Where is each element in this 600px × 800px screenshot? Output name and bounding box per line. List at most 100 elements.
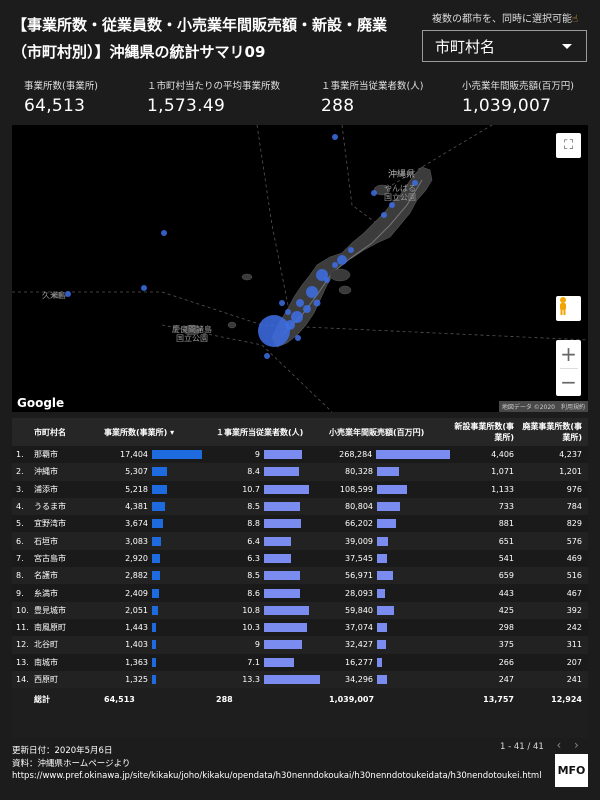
row-new: 659: [498, 571, 514, 581]
header-new[interactable]: 新設事業所数(事業所): [452, 418, 520, 446]
row-workers-value: 9: [254, 640, 260, 650]
map-label-kerama-park: 国立公園: [176, 334, 208, 343]
header-sales[interactable]: 小売業年間販売額(百万円): [327, 418, 452, 446]
row-sales: 32,427: [327, 636, 452, 653]
table-row[interactable]: 5. 宜野湾市 3,674 8.8 66,202 881 829: [12, 515, 588, 533]
row-workers-cell: 6.4: [216, 536, 325, 546]
total-sales: 1,039,007: [329, 694, 375, 704]
fullscreen-icon[interactable]: ⛶: [556, 133, 581, 158]
row-sales-cell: 59,840: [329, 605, 450, 615]
table-row[interactable]: 11. 南風原町 1,443 10.3 37,074 298 242: [12, 618, 588, 637]
source-url[interactable]: https://www.pref.okinawa.jp/site/kikaku/…: [12, 770, 542, 783]
row-workers-cell: 8.5: [216, 571, 325, 581]
map-view[interactable]: 沖縄県 やんばる 国立公園 慶良間諸島 国立公園 久米島 ⛶ + − Googl…: [12, 125, 588, 412]
table-row[interactable]: 12. 北谷町 1,403 9 32,427 375 311: [12, 636, 588, 654]
zoom-out-button[interactable]: −: [556, 369, 581, 397]
table-row[interactable]: 8. 名護市 2,882 8.5 56,971 659 516: [12, 567, 588, 585]
table-row[interactable]: 2. 沖縄市 5,307 8.4 80,328 1,071 1,201: [12, 463, 588, 481]
row-offices-bar: [152, 640, 157, 650]
header-closed[interactable]: 廃業事業所数(事業所): [520, 418, 588, 446]
row-workers-value: 8.5: [247, 571, 260, 581]
row-workers: 10.8: [214, 602, 327, 619]
map-canvas[interactable]: [12, 125, 588, 412]
row-workers-cell: 13.3: [216, 675, 325, 684]
row-offices-value: 5,307: [125, 467, 148, 477]
row-offices-value: 1,403: [125, 640, 148, 650]
header-municipality[interactable]: 市町村名: [32, 418, 102, 446]
kpi-value: 64,513: [24, 96, 86, 116]
total-offices: 64,513: [104, 694, 135, 704]
row-index: 14.: [16, 675, 29, 684]
row-closed: 207: [566, 657, 582, 667]
kpi-label: １市町村当たりの平均事業所数: [147, 81, 281, 92]
row-offices: 2,051: [102, 602, 214, 619]
row-sales-value: 66,202: [345, 519, 373, 529]
kpi-offices: 事業所数(事業所) 64,513: [24, 78, 98, 120]
table-row[interactable]: 7. 宮古島市 2,920 6.3 37,545 541 469: [12, 549, 588, 568]
header-workers[interactable]: １事業所当従業者数(人): [214, 418, 327, 446]
row-new: 1,133: [491, 484, 514, 494]
row-offices-bar: [152, 588, 159, 598]
map-attribution[interactable]: 地図データ ©2020 利用規約: [498, 401, 588, 412]
table-row[interactable]: 10. 豊見城市 2,051 10.8 59,840 425 392: [12, 601, 588, 619]
row-offices-bar: [152, 484, 167, 494]
kpi-sales: 小売業年間販売額(百万円) 1,039,007: [462, 78, 574, 120]
row-offices-value: 5,218: [125, 484, 148, 494]
row-offices-cell: 2,409: [104, 588, 212, 598]
footer: 更新日付：2020年5月6日 資料：沖縄県ホームページより https://ww…: [12, 745, 542, 783]
row-sales-bar: [377, 536, 388, 546]
header-index: [12, 418, 32, 446]
row-offices-bar: [152, 657, 156, 667]
row-offices-cell: 3,083: [104, 536, 212, 546]
row-municipality: 石垣市: [34, 536, 58, 546]
table-row[interactable]: 6. 石垣市 3,083 6.4 39,009 651 576: [12, 532, 588, 550]
street-view-pegman-icon[interactable]: [556, 296, 581, 321]
municipality-dropdown[interactable]: 市町村名: [422, 30, 587, 62]
row-sales-value: 80,328: [345, 467, 373, 477]
row-workers-value: 10.7: [242, 484, 260, 494]
zoom-in-button[interactable]: +: [556, 340, 581, 368]
table-row[interactable]: 1. 那覇市 17,404 9 268,284 4,406 4,237: [12, 446, 588, 464]
table-row[interactable]: 9. 糸満市 2,409 8.6 28,093 443 467: [12, 584, 588, 602]
row-offices-value: 1,443: [125, 623, 148, 633]
row-sales-value: 32,427: [345, 640, 373, 650]
row-offices: 3,083: [102, 532, 214, 549]
row-offices-value: 3,674: [125, 519, 148, 529]
row-municipality: 那覇市: [34, 450, 58, 460]
kpi-label: １事業所当従業者数(人): [321, 81, 424, 92]
row-workers-bar: [264, 553, 291, 563]
chevron-right-icon[interactable]: ›: [574, 738, 579, 752]
row-municipality: 南城市: [34, 657, 58, 667]
header-offices[interactable]: 事業所数(事業所) ▾: [102, 418, 214, 446]
table-row[interactable]: 3. 浦添市 5,218 10.7 108,599 1,133 976: [12, 480, 588, 498]
filter-hint-text: 複数の都市を、同時に選択可能: [432, 14, 572, 25]
chevron-left-icon[interactable]: ‹: [556, 738, 561, 752]
table-row[interactable]: 14. 西原町 1,325 13.3 34,296 247 241: [12, 670, 588, 689]
row-sales-value: 59,840: [345, 605, 373, 615]
row-offices: 17,404: [102, 446, 214, 463]
row-sales-value: 268,284: [339, 450, 373, 460]
row-workers-cell: 6.3: [216, 553, 325, 563]
row-municipality: 糸満市: [34, 588, 58, 598]
kpi-row: 事業所数(事業所) 64,513 １市町村当たりの平均事業所数 1,573.49…: [24, 78, 584, 120]
row-workers-cell: 8.5: [216, 502, 325, 512]
row-sales: 66,202: [327, 515, 452, 532]
row-offices-bar: [152, 605, 158, 615]
row-sales: 80,328: [327, 463, 452, 480]
row-offices: 5,218: [102, 481, 214, 498]
row-index: 6.: [16, 536, 24, 546]
row-workers: 13.3: [214, 671, 327, 688]
table-row[interactable]: 4. うるま市 4,381 8.5 80,804 733 784: [12, 497, 588, 516]
table-row[interactable]: 13. 南城市 1,363 7.1 16,277 266 207: [12, 653, 588, 671]
filter-hint: 複数の都市を、同時に選択可能☝: [432, 10, 578, 25]
row-closed: 576: [566, 536, 582, 546]
row-workers-value: 6.4: [247, 536, 260, 546]
row-sales-bar: [376, 450, 450, 460]
row-sales-value: 37,545: [345, 553, 373, 563]
row-offices-bar: [152, 675, 156, 684]
google-logo: Google: [17, 396, 65, 410]
row-offices-bar: [152, 467, 168, 477]
total-new: 13,757: [483, 694, 514, 704]
row-sales-value: 28,093: [345, 588, 373, 598]
row-sales-cell: 28,093: [329, 588, 450, 598]
